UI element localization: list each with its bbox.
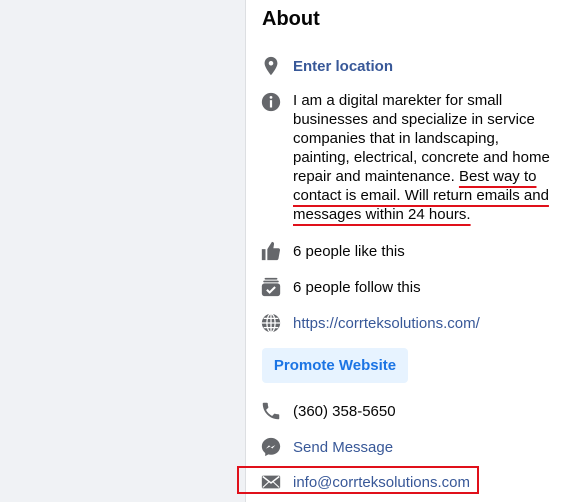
send-message-link[interactable]: Send Message <box>293 438 393 457</box>
globe-icon <box>260 312 282 334</box>
follow-icon <box>260 276 282 298</box>
about-title: About <box>262 8 320 30</box>
follows-count: 6 people follow this <box>293 279 421 296</box>
messenger-icon <box>260 436 282 458</box>
likes-count: 6 people like this <box>293 243 405 260</box>
enter-location-link[interactable]: Enter location <box>293 57 393 76</box>
phone-number: (360) 358-5650 <box>293 403 396 420</box>
location-pin-icon <box>260 55 282 77</box>
email-link[interactable]: info@corrteksolutions.com <box>293 473 470 492</box>
thumbs-up-icon <box>260 240 282 262</box>
left-pane <box>0 0 246 502</box>
info-icon <box>260 91 282 113</box>
envelope-icon <box>260 471 282 493</box>
phone-icon <box>260 400 282 422</box>
about-panel: About Enter location I am a digital mare… <box>237 0 565 502</box>
promote-website-button[interactable]: Promote Website <box>262 348 408 383</box>
website-link[interactable]: https://corrteksolutions.com/ <box>293 314 480 333</box>
about-description: I am a digital marekter for small busine… <box>293 91 555 224</box>
